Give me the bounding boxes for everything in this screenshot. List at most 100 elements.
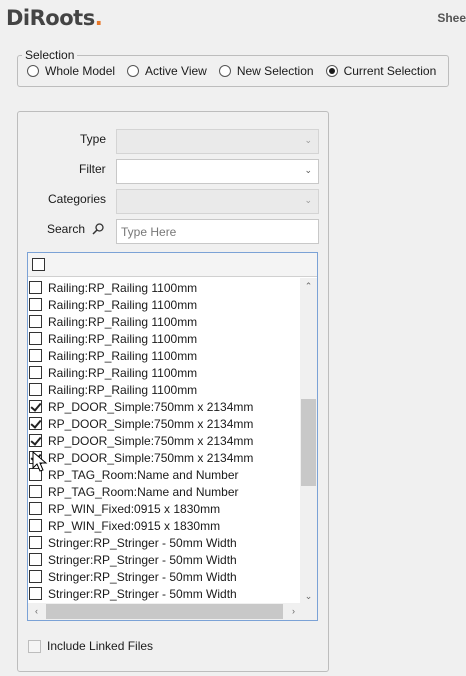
list-item-checkbox[interactable] — [29, 417, 42, 430]
radio-label: Current Selection — [343, 64, 437, 78]
scroll-left-arrow-icon[interactable]: ‹ — [28, 603, 45, 620]
list-item-label: Railing:RP_Railing 1100mm — [48, 331, 198, 346]
list-item[interactable]: RP_WIN_Fixed:0915 x 1830mm — [28, 500, 300, 517]
list-item-checkbox[interactable] — [29, 519, 42, 532]
selection-legend: Selection — [25, 48, 75, 62]
list-item-label: Railing:RP_Railing 1100mm — [48, 365, 198, 380]
diroots-logo: DiRoots. — [6, 6, 103, 30]
list-item-checkbox[interactable] — [29, 587, 42, 600]
list-item-label: RP_DOOR_Simple:750mm x 2134mm — [48, 433, 254, 448]
list-item-label: RP_WIN_Fixed:0915 x 1830mm — [48, 518, 221, 533]
list-item[interactable]: RP_DOOR_Simple:750mm x 2134mm — [28, 432, 300, 449]
horizontal-scroll-thumb[interactable] — [46, 604, 283, 619]
radio-label: New Selection — [236, 64, 314, 78]
radio-circle[interactable] — [218, 65, 231, 77]
selection-group: Selection Whole Model Active View New Se… — [17, 48, 450, 87]
list-item-label: Stringer:RP_Stringer - 50mm Width — [48, 569, 237, 584]
search-input[interactable]: Type Here — [116, 219, 319, 244]
list-item[interactable]: RP_DOOR_Simple:750mm x 2134mm — [28, 415, 300, 432]
list-item[interactable]: Railing:RP_Railing 1100mm — [28, 330, 300, 347]
list-item[interactable]: Railing:RP_Railing 1100mm — [28, 313, 300, 330]
radio-active-view[interactable]: Active View — [127, 64, 207, 78]
list-item-label: RP_WIN_Fixed:0915 x 1830mm — [48, 501, 221, 516]
filter-dropdown[interactable]: ⌄ — [116, 159, 319, 184]
list-item-checkbox[interactable] — [29, 281, 42, 294]
list-item-label: Stringer:RP_Stringer - 50mm Width — [48, 586, 237, 601]
selection-radio-row: Whole Model Active View New Selection Cu… — [18, 60, 448, 82]
list-item[interactable]: RP_DOOR_Simple:750mm x 2134mm — [28, 449, 300, 466]
list-item-checkbox[interactable] — [29, 400, 42, 413]
type-dropdown[interactable]: ⌄ — [116, 129, 319, 154]
list-item-label: Railing:RP_Railing 1100mm — [48, 280, 198, 295]
list-item[interactable]: RP_TAG_Room:Name and Number — [28, 466, 300, 483]
vertical-scroll-thumb[interactable] — [301, 399, 316, 486]
list-item[interactable]: Stringer:RP_Stringer - 50mm Width — [28, 534, 300, 551]
radio-current-selection[interactable]: Current Selection — [325, 64, 437, 78]
list-item-checkbox[interactable] — [29, 570, 42, 583]
list-header — [28, 253, 317, 277]
list-item-label: RP_DOOR_Simple:750mm x 2134mm — [48, 416, 254, 431]
list-item-checkbox[interactable] — [29, 315, 42, 328]
vertical-scrollbar[interactable]: ⌃ ⌄ — [300, 278, 317, 605]
list-item-checkbox[interactable] — [29, 298, 42, 311]
horizontal-scrollbar[interactable]: ‹ › — [28, 603, 302, 620]
list-item-label: Railing:RP_Railing 1100mm — [48, 348, 198, 363]
scrollbar-corner — [300, 603, 317, 620]
list-item[interactable]: Railing:RP_Railing 1100mm — [28, 381, 300, 398]
list-item[interactable]: Stringer:RP_Stringer - 50mm Width — [28, 568, 300, 585]
search-label: Search — [47, 222, 86, 236]
list-item[interactable]: Stringer:RP_Stringer - 50mm Width — [28, 585, 300, 602]
list-item-checkbox[interactable] — [29, 536, 42, 549]
list-item[interactable]: RP_DOOR_Simple:750mm x 2134mm — [28, 398, 300, 415]
radio-label: Active View — [145, 64, 207, 78]
list-item-checkbox[interactable] — [29, 553, 42, 566]
list-item-label: Railing:RP_Railing 1100mm — [48, 314, 198, 329]
scroll-up-arrow-icon[interactable]: ⌃ — [300, 278, 317, 295]
search-placeholder: Type Here — [121, 225, 177, 239]
list-item-checkbox[interactable] — [29, 332, 42, 345]
chevron-down-icon: ⌄ — [304, 195, 312, 205]
radio-circle[interactable] — [127, 65, 140, 77]
list-item-label: RP_DOOR_Simple:750mm x 2134mm — [48, 450, 254, 465]
list-item-label: RP_TAG_Room:Name and Number — [48, 467, 239, 482]
list-item-checkbox[interactable] — [29, 349, 42, 362]
app-title: Shee — [437, 11, 466, 25]
radio-whole-model[interactable]: Whole Model — [27, 64, 115, 78]
categories-dropdown[interactable]: ⌄ — [116, 189, 319, 214]
search-icon — [92, 223, 104, 235]
radio-circle[interactable] — [27, 65, 39, 77]
chevron-down-icon: ⌄ — [304, 165, 312, 175]
list-item-label: Railing:RP_Railing 1100mm — [48, 382, 198, 397]
list-item-checkbox[interactable] — [29, 366, 42, 379]
list-item[interactable]: Railing:RP_Railing 1100mm — [28, 296, 300, 313]
logo-text: DiRoots — [6, 6, 95, 30]
include-linked-checkbox[interactable] — [28, 639, 41, 653]
radio-circle[interactable] — [325, 65, 338, 77]
list-item-label: Railing:RP_Railing 1100mm — [48, 297, 198, 312]
include-linked-files[interactable]: Include Linked Files — [28, 639, 153, 653]
filter-label: Filter — [79, 162, 106, 176]
logo-dot: . — [94, 6, 103, 30]
list-item[interactable]: Stringer:RP_Stringer - 50mm Width — [28, 551, 300, 568]
list-item[interactable]: RP_TAG_Room:Name and Number — [28, 483, 300, 500]
list-item-label: Stringer:RP_Stringer - 50mm Width — [48, 535, 237, 550]
list-item-checkbox[interactable] — [29, 485, 42, 498]
include-linked-label: Include Linked Files — [47, 639, 154, 653]
list-rows: Railing:RP_Railing 1100mm Railing:RP_Rail… — [28, 279, 300, 604]
list-item[interactable]: Railing:RP_Railing 1100mm — [28, 364, 300, 381]
element-list: Railing:RP_Railing 1100mm Railing:RP_Rail… — [27, 252, 318, 621]
list-item[interactable]: Railing:RP_Railing 1100mm — [28, 347, 300, 364]
type-label: Type — [80, 132, 107, 146]
list-item-checkbox[interactable] — [29, 434, 42, 447]
radio-new-selection[interactable]: New Selection — [218, 64, 314, 78]
list-item-checkbox[interactable] — [29, 502, 42, 515]
list-item-label: Stringer:RP_Stringer - 50mm Width — [48, 552, 237, 567]
list-item-checkbox[interactable] — [29, 383, 42, 396]
select-all-checkbox[interactable] — [32, 258, 45, 271]
list-item-label: RP_TAG_Room:Name and Number — [48, 484, 239, 499]
list-item[interactable]: Railing:RP_Railing 1100mm — [28, 279, 300, 296]
categories-label: Categories — [48, 192, 107, 206]
radio-label: Whole Model — [45, 64, 116, 78]
list-item-label: RP_DOOR_Simple:750mm x 2134mm — [48, 399, 254, 414]
list-item[interactable]: RP_WIN_Fixed:0915 x 1830mm — [28, 517, 300, 534]
